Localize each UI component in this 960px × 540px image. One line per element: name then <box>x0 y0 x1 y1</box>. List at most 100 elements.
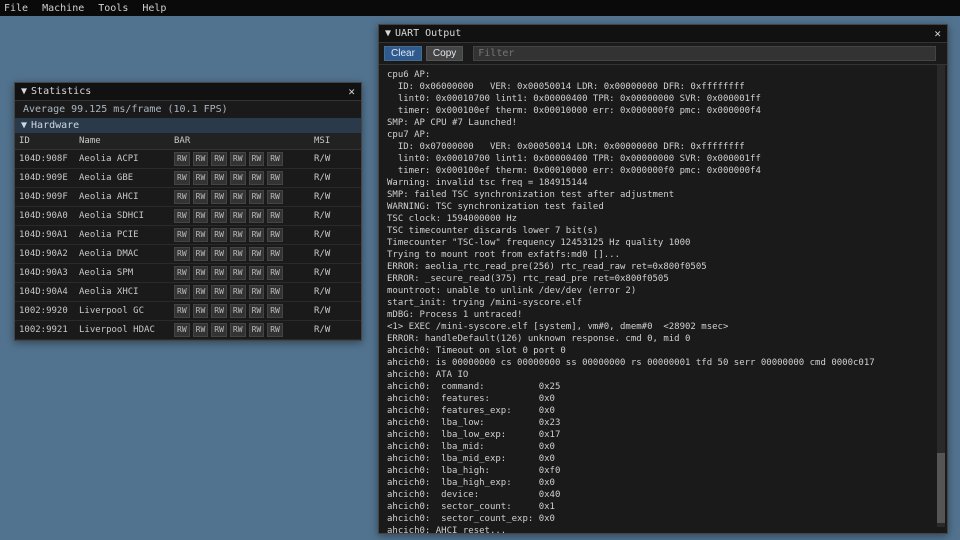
rw-button[interactable]: RW <box>193 190 209 204</box>
rw-button[interactable]: RW <box>249 247 265 261</box>
rw-button[interactable]: RW <box>211 190 227 204</box>
rw-button[interactable]: RW <box>211 304 227 318</box>
device-name: Aeolia DMAC <box>75 246 170 262</box>
rw-button[interactable]: RW <box>174 285 190 299</box>
msi-cell: R/W <box>310 265 352 281</box>
rw-button[interactable]: RW <box>249 285 265 299</box>
rw-button[interactable]: RW <box>211 247 227 261</box>
msi-cell: R/W <box>310 151 352 167</box>
device-id: 104D:908F <box>15 151 75 167</box>
rw-button[interactable]: RW <box>267 285 283 299</box>
hardware-section-header[interactable]: ▼ Hardware <box>15 118 361 133</box>
rw-button[interactable]: RW <box>211 266 227 280</box>
rw-button[interactable]: RW <box>249 304 265 318</box>
menu-help[interactable]: Help <box>142 3 166 14</box>
device-name: Aeolia SPM <box>75 265 170 281</box>
device-name: Liverpool GC <box>75 303 170 319</box>
rw-button[interactable]: RW <box>230 247 246 261</box>
rw-button[interactable]: RW <box>174 266 190 280</box>
rw-button[interactable]: RW <box>193 228 209 242</box>
collapse-icon: ▼ <box>385 28 391 39</box>
menu-tools[interactable]: Tools <box>98 3 128 14</box>
rw-button[interactable]: RW <box>249 266 265 280</box>
rw-button[interactable]: RW <box>267 304 283 318</box>
rw-button[interactable]: RW <box>267 228 283 242</box>
copy-button[interactable]: Copy <box>426 46 463 61</box>
statistics-title: Statistics <box>31 86 91 97</box>
rw-button[interactable]: RW <box>211 152 227 166</box>
msi-cell: R/W <box>310 284 352 300</box>
rw-button[interactable]: RW <box>230 285 246 299</box>
rw-button[interactable]: RW <box>230 190 246 204</box>
rw-button[interactable]: RW <box>193 304 209 318</box>
rw-button[interactable]: RW <box>211 209 227 223</box>
rw-button[interactable]: RW <box>249 323 265 337</box>
statistics-titlebar[interactable]: ▼ Statistics ✕ <box>15 83 361 101</box>
scroll-thumb[interactable] <box>937 453 945 523</box>
rw-button[interactable]: RW <box>174 247 190 261</box>
menu-machine[interactable]: Machine <box>42 3 84 14</box>
rw-button[interactable]: RW <box>174 304 190 318</box>
bar-cell: RWRWRWRWRWRW <box>170 321 310 339</box>
bar-cell: RWRWRWRWRWRW <box>170 207 310 225</box>
rw-button[interactable]: RW <box>230 152 246 166</box>
uart-log: cpu6 AP: ID: 0x06000000 VER: 0x00050014 … <box>379 65 947 535</box>
rw-button[interactable]: RW <box>211 171 227 185</box>
rw-button[interactable]: RW <box>174 209 190 223</box>
rw-button[interactable]: RW <box>267 323 283 337</box>
rw-button[interactable]: RW <box>267 266 283 280</box>
rw-button[interactable]: RW <box>193 209 209 223</box>
table-row: 104D:909FAeolia AHCIRWRWRWRWRWRWR/W <box>15 188 361 207</box>
msi-cell: R/W <box>310 303 352 319</box>
rw-button[interactable]: RW <box>193 285 209 299</box>
clear-button[interactable]: Clear <box>384 46 422 61</box>
rw-button[interactable]: RW <box>174 228 190 242</box>
scrollbar[interactable] <box>937 65 945 527</box>
rw-button[interactable]: RW <box>193 152 209 166</box>
table-row: 104D:90A4Aeolia XHCIRWRWRWRWRWRWR/W <box>15 283 361 302</box>
rw-button[interactable]: RW <box>267 190 283 204</box>
rw-button[interactable]: RW <box>249 209 265 223</box>
rw-button[interactable]: RW <box>193 266 209 280</box>
uart-titlebar[interactable]: ▼ UART Output ✕ <box>379 25 947 43</box>
msi-cell: R/W <box>310 322 352 338</box>
rw-button[interactable]: RW <box>174 152 190 166</box>
device-id: 104D:90A2 <box>15 246 75 262</box>
rw-button[interactable]: RW <box>249 171 265 185</box>
rw-button[interactable]: RW <box>249 152 265 166</box>
rw-button[interactable]: RW <box>193 247 209 261</box>
bar-cell: RWRWRWRWRWRW <box>170 283 310 301</box>
msi-cell: R/W <box>310 208 352 224</box>
filter-input[interactable] <box>473 46 936 61</box>
rw-button[interactable]: RW <box>174 190 190 204</box>
rw-button[interactable]: RW <box>267 171 283 185</box>
rw-button[interactable]: RW <box>249 228 265 242</box>
rw-button[interactable]: RW <box>267 247 283 261</box>
rw-button[interactable]: RW <box>174 171 190 185</box>
rw-button[interactable]: RW <box>211 323 227 337</box>
rw-button[interactable]: RW <box>211 285 227 299</box>
rw-button[interactable]: RW <box>249 190 265 204</box>
rw-button[interactable]: RW <box>230 209 246 223</box>
table-row: 104D:90A1Aeolia PCIERWRWRWRWRWRWR/W <box>15 226 361 245</box>
rw-button[interactable]: RW <box>193 171 209 185</box>
rw-button[interactable]: RW <box>267 152 283 166</box>
table-row: 104D:90A2Aeolia DMACRWRWRWRWRWRWR/W <box>15 245 361 264</box>
rw-button[interactable]: RW <box>267 209 283 223</box>
rw-button[interactable]: RW <box>211 228 227 242</box>
rw-button[interactable]: RW <box>230 323 246 337</box>
rw-button[interactable]: RW <box>230 304 246 318</box>
rw-button[interactable]: RW <box>193 323 209 337</box>
collapse-icon: ▼ <box>21 86 27 97</box>
header-name: Name <box>75 133 170 149</box>
menubar: File Machine Tools Help <box>0 0 960 16</box>
rw-button[interactable]: RW <box>174 323 190 337</box>
menu-file[interactable]: File <box>4 3 28 14</box>
close-icon[interactable]: ✕ <box>934 27 941 40</box>
device-name: Aeolia ACPI <box>75 151 170 167</box>
close-icon[interactable]: ✕ <box>348 85 355 98</box>
rw-button[interactable]: RW <box>230 171 246 185</box>
rw-button[interactable]: RW <box>230 266 246 280</box>
rw-button[interactable]: RW <box>230 228 246 242</box>
bar-cell: RWRWRWRWRWRW <box>170 169 310 187</box>
